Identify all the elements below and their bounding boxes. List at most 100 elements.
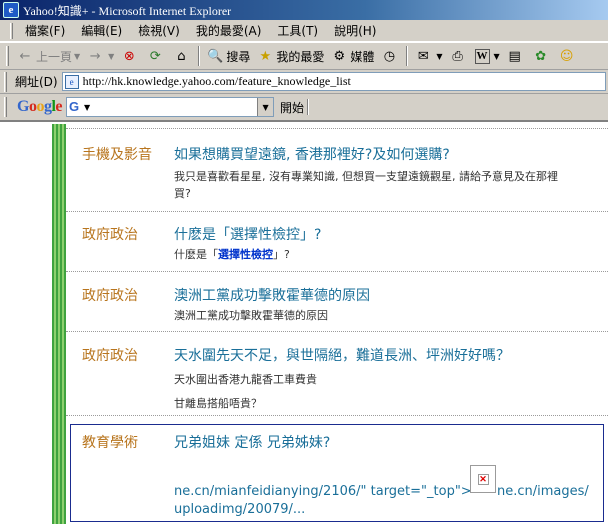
description-line: 天水圍出香港九龍香工車費貴 <box>174 373 317 386</box>
back-arrow-icon: ← <box>19 48 31 64</box>
forward-dropdown-icon: ▼ <box>108 51 115 61</box>
title-bar: e Yahoo!知識+ - Microsoft Internet Explore… <box>0 0 608 20</box>
description-text: 什麽是「 <box>174 248 218 261</box>
edit-button[interactable]: W ▼ <box>472 44 503 68</box>
address-input[interactable]: e http://hk.knowledge.yahoo.com/feature_… <box>61 72 606 91</box>
favorites-label: 我的最愛 <box>276 49 325 64</box>
menu-view[interactable]: 檢視(V) <box>132 20 186 41</box>
googlebar-grip[interactable] <box>4 97 7 117</box>
description-line: 我只是喜歡看星星, 沒有專業知識, 但想買一支望遠鏡觀星, 請給予意見及在那裡 <box>174 170 558 183</box>
question-link-text[interactable]: ne.cn/images/ <box>497 484 589 499</box>
forward-button[interactable]: → ▼ <box>83 44 117 68</box>
green-side-strip <box>52 124 66 524</box>
google-search-input[interactable]: G ▼ ▼ <box>66 97 275 117</box>
page-icon: e <box>64 74 79 89</box>
menu-help[interactable]: 說明(H) <box>328 20 382 41</box>
page-content: 手機及影音 如果想購買望遠鏡, 香港那裡好?及如何選購? 我只是喜歡看星星, 沒… <box>0 124 608 524</box>
row-divider <box>66 331 608 332</box>
messenger-button[interactable]: ✿ <box>529 44 555 68</box>
back-dropdown-icon: ▼ <box>74 51 81 61</box>
mail-dropdown-icon: ▼ <box>436 51 443 61</box>
row-divider <box>66 415 608 416</box>
description-bold-text: 選擇性檢控 <box>218 248 273 261</box>
toolbar-separator <box>198 46 201 66</box>
google-go-button[interactable]: 開始 <box>280 99 304 116</box>
search-label: 搜尋 <box>226 49 251 64</box>
question-title[interactable]: 兄弟姐妹 定係 兄弟姊妹? <box>174 432 330 452</box>
smiley-button[interactable]: ☺ <box>555 44 581 68</box>
discuss-button[interactable]: ▤ <box>503 44 529 68</box>
question-category[interactable]: 政府政治 <box>82 345 138 365</box>
address-url: http://hk.knowledge.yahoo.com/feature_kn… <box>82 74 351 88</box>
ie-icon: e <box>3 2 19 18</box>
question-description: 什麽是「選擇性檢控」? <box>174 246 290 263</box>
menu-tools[interactable]: 工具(T) <box>271 20 324 41</box>
back-label: 上一頁 <box>36 49 73 64</box>
menu-favorites[interactable]: 我的最愛(A) <box>190 20 268 41</box>
addressbar-grip[interactable] <box>4 71 7 92</box>
media-label: 媒體 <box>350 49 375 64</box>
toolbar-separator <box>307 99 310 115</box>
description-line: 買? <box>174 187 191 200</box>
address-bar: 網址(D) e http://hk.knowledge.yahoo.com/fe… <box>0 70 608 94</box>
google-g-dropdown-icon: ▼ <box>84 102 91 112</box>
question-link-text[interactable]: uploadimg/20079/... <box>174 502 305 517</box>
question-title[interactable]: 澳洲工黨成功擊敗霍華德的原因 <box>174 285 370 305</box>
media-button[interactable]: ⚙ 媒體 <box>327 44 377 68</box>
broken-image-icon: ✕ <box>470 465 496 493</box>
google-logo[interactable]: Google <box>17 98 62 116</box>
favorites-button[interactable]: ★ 我的最愛 <box>253 44 327 68</box>
word-icon: W <box>474 48 490 64</box>
media-icon: ⚙ <box>333 48 346 64</box>
google-search-dropdown-icon[interactable]: ▼ <box>257 98 274 116</box>
home-icon: ⌂ <box>177 48 186 64</box>
menu-file[interactable]: 檔案(F) <box>19 20 71 41</box>
history-button[interactable]: ◷ <box>377 44 403 68</box>
refresh-button[interactable]: ⟳ <box>143 44 169 68</box>
stop-button[interactable]: ⊗ <box>117 44 143 68</box>
left-margin <box>0 124 42 524</box>
favorites-icon: ★ <box>259 48 272 64</box>
search-icon: 🔍 <box>207 48 224 64</box>
print-icon: ⎙ <box>452 48 463 64</box>
menu-bar: 檔案(F) 編輯(E) 檢視(V) 我的最愛(A) 工具(T) 說明(H) <box>0 20 608 42</box>
highlighted-question-box <box>70 424 604 522</box>
edit-dropdown-icon: ▼ <box>493 51 500 61</box>
question-title[interactable]: 什麽是「選擇性檢控」? <box>174 224 321 244</box>
toolbar-grip[interactable] <box>6 46 9 66</box>
description-line: 甘離島搭船唔貴？ <box>174 397 262 410</box>
question-category[interactable]: 政府政治 <box>82 224 138 244</box>
mail-icon: ✉ <box>417 48 429 64</box>
refresh-icon: ⟳ <box>149 48 161 64</box>
question-category[interactable]: 手機及影音 <box>82 144 152 164</box>
description-line: 澳洲工黨成功擊敗霍華德的原因 <box>174 309 328 322</box>
flower-icon: ✿ <box>535 48 547 64</box>
address-label: 網址(D) <box>15 75 58 89</box>
forward-arrow-icon: → <box>89 48 101 64</box>
top-divider <box>66 128 608 129</box>
row-divider <box>66 271 608 272</box>
home-button[interactable]: ⌂ <box>169 44 195 68</box>
back-button[interactable]: ← 上一頁 ▼ <box>13 44 83 68</box>
question-description: 澳洲工黨成功擊敗霍華德的原因 <box>174 307 328 324</box>
search-button[interactable]: 🔍 搜尋 <box>203 44 253 68</box>
toolbar-separator <box>406 46 409 66</box>
print-button[interactable]: ⎙ <box>446 44 472 68</box>
history-icon: ◷ <box>383 48 396 64</box>
google-g-icon[interactable]: G <box>69 99 83 115</box>
google-toolbar: Google G ▼ ▼ 開始 <box>0 94 608 122</box>
question-link-text[interactable]: ne.cn/mianfeidianying/2106/" target="_to… <box>174 484 472 499</box>
row-divider <box>66 211 608 212</box>
mail-button[interactable]: ✉ ▼ <box>411 44 445 68</box>
question-description: 天水圍出香港九龍香工車費貴 甘離島搭船唔貴？ <box>174 368 317 416</box>
menu-edit[interactable]: 編輯(E) <box>75 20 128 41</box>
question-category[interactable]: 政府政治 <box>82 285 138 305</box>
question-title[interactable]: 如果想購買望遠鏡, 香港那裡好?及如何選購? <box>174 144 450 164</box>
window-title: Yahoo!知識+ - Microsoft Internet Explorer <box>23 3 232 18</box>
question-category[interactable]: 教育學術 <box>82 432 138 452</box>
question-title[interactable]: 天水圍先天不足，與世隔絕，難道長洲、坪洲好好嗎？ <box>174 345 510 365</box>
standard-toolbar: ← 上一頁 ▼ → ▼ ⊗ ⟳ ⌂ 🔍 搜尋 ★ 我的最愛 ⚙ 媒體 ◷ ✉ ▼… <box>0 42 608 70</box>
question-description: 我只是喜歡看星星, 沒有專業知識, 但想買一支望遠鏡觀星, 請給予意見及在那裡 … <box>174 168 594 202</box>
smiley-icon: ☺ <box>559 48 574 64</box>
menubar-grip[interactable] <box>10 22 13 39</box>
